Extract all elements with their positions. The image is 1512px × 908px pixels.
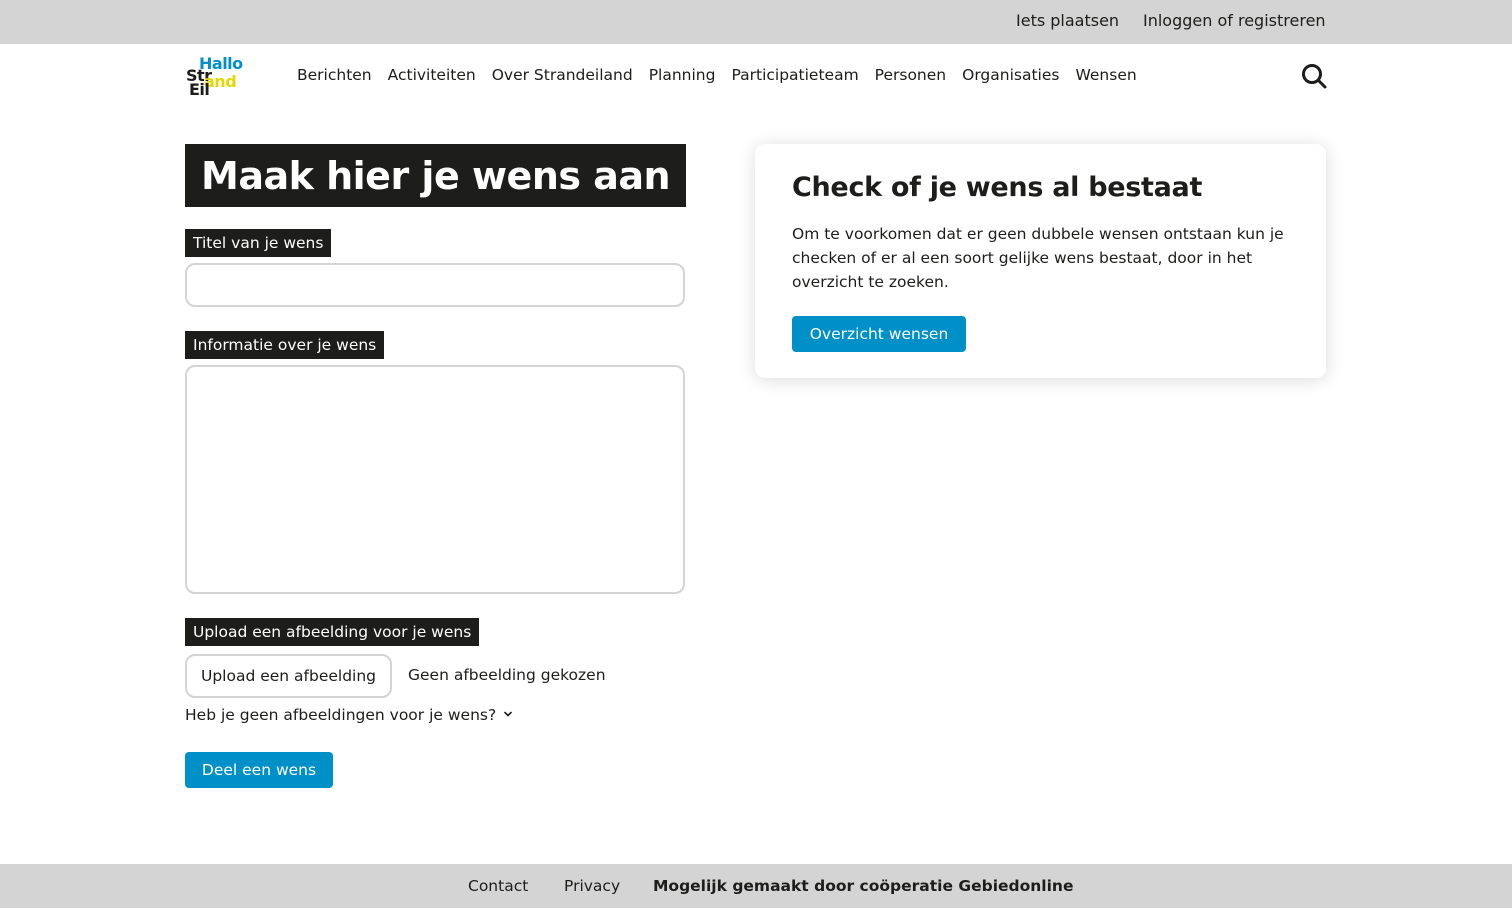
chevron-down-icon [502,706,514,724]
no-images-toggle[interactable]: Heb je geen afbeeldingen voor je wens? [185,706,514,724]
login-register-link[interactable]: Inloggen of registreren [1143,11,1326,30]
post-something-link[interactable]: Iets plaatsen [1016,11,1119,30]
info-field-label: Informatie over je wens [185,331,385,359]
share-wish-button[interactable]: Deel een wens [185,752,333,788]
footer-privacy-link[interactable]: Privacy [564,877,620,895]
nav-item-planning[interactable]: Planning [649,66,716,84]
upload-image-button[interactable]: Upload een afbeelding [185,654,392,698]
wishes-overview-button[interactable]: Overzicht wensen [792,316,966,352]
top-utility-bar: Iets plaatsen Inloggen of registreren [0,0,1512,44]
check-wish-card: Check of je wens al bestaat Om te voorko… [755,144,1326,378]
page-title-text: Maak hier je wens aan [201,153,671,198]
search-icon[interactable] [1300,62,1328,90]
footer-credit-link[interactable]: Mogelijk gemaakt door coöperatie Gebiedo… [653,877,1073,895]
main-nav: Berichten Activiteiten Over Strandeiland… [297,66,1137,84]
card-body: Om te voorkomen dat er geen dubbele wens… [792,225,1284,291]
nav-item-activiteiten[interactable]: Activiteiten [388,66,476,84]
upload-status-text: Geen afbeelding gekozen [408,666,606,684]
title-input[interactable] [185,263,685,307]
no-images-toggle-label: Heb je geen afbeeldingen voor je wens? [185,706,497,724]
main-header: Hallo Str and Eil Berichten Activiteiten… [0,44,1512,110]
title-field-label: Titel van je wens [185,229,332,257]
nav-item-organisaties[interactable]: Organisaties [962,66,1059,84]
nav-item-over-strandeiland[interactable]: Over Strandeiland [492,66,633,84]
nav-item-personen[interactable]: Personen [875,66,946,84]
page-title: Maak hier je wens aan [185,144,687,207]
logo-text-eil: Eil [189,80,210,99]
nav-item-berichten[interactable]: Berichten [297,66,372,84]
card-title: Check of je wens al bestaat [792,172,1203,203]
nav-item-participatieteam[interactable]: Participatieteam [731,66,858,84]
site-logo[interactable]: Hallo Str and Eil [186,56,250,100]
upload-field-label: Upload een afbeelding voor je wens [185,618,480,646]
info-textarea[interactable] [185,365,685,594]
nav-item-wensen[interactable]: Wensen [1075,66,1136,84]
footer: Contact Privacy Mogelijk gemaakt door co… [0,864,1512,908]
footer-contact-link[interactable]: Contact [468,877,528,895]
